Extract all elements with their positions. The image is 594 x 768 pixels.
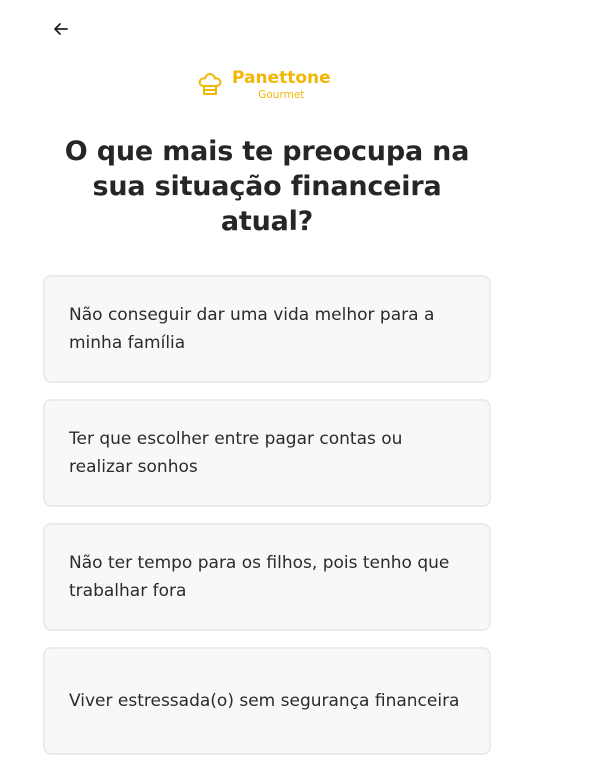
brand-name: Panettone — [232, 67, 331, 88]
option-label: Viver estressada(o) sem segurança financ… — [69, 691, 460, 711]
back-button[interactable] — [48, 16, 74, 42]
option-label: Não ter tempo para os filhos, pois tenho… — [69, 553, 450, 601]
chef-hat-icon — [198, 73, 222, 95]
brand-subtitle: Gourmet — [258, 88, 305, 101]
answer-option-1[interactable]: Não conseguir dar uma vida melhor para a… — [43, 275, 491, 383]
answer-option-3[interactable]: Não ter tempo para os filhos, pois tenho… — [43, 523, 491, 631]
answer-option-2[interactable]: Ter que escolher entre pagar contas ou r… — [43, 399, 491, 507]
brand-logo: Panettone Gourmet — [196, 64, 331, 104]
answer-options: Não conseguir dar uma vida melhor para a… — [43, 275, 491, 768]
arrow-left-icon — [54, 23, 68, 35]
question-title: O que mais te preocupa na sua situação f… — [64, 136, 470, 237]
option-label: Ter que escolher entre pagar contas ou r… — [69, 429, 403, 477]
answer-option-4[interactable]: Viver estressada(o) sem segurança financ… — [43, 647, 491, 755]
option-label: Não conseguir dar uma vida melhor para a… — [69, 305, 435, 353]
